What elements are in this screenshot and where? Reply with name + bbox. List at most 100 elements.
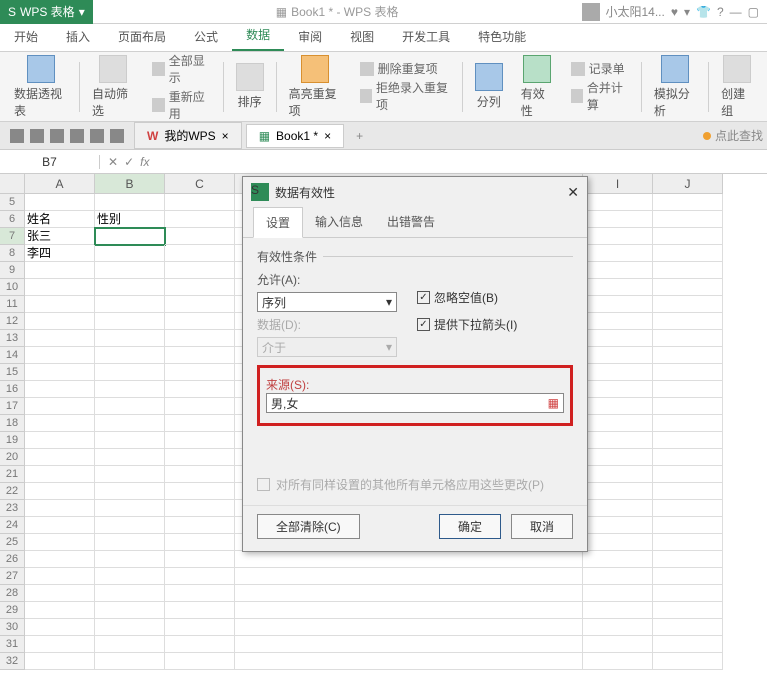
avatar[interactable] [582,3,600,21]
row-head[interactable]: 24 [0,517,24,534]
cell[interactable] [25,279,95,296]
cell[interactable] [653,415,723,432]
cell[interactable] [583,500,653,517]
cell[interactable] [583,398,653,415]
cell[interactable] [583,279,653,296]
cell[interactable] [165,500,235,517]
cell[interactable] [95,194,165,211]
cell[interactable] [95,653,165,670]
cell[interactable] [583,483,653,500]
cell[interactable] [653,296,723,313]
cell[interactable] [165,517,235,534]
row-head[interactable]: 10 [0,279,24,296]
cell[interactable] [653,279,723,296]
cell[interactable] [25,432,95,449]
cell[interactable] [165,568,235,585]
cell[interactable] [583,585,653,602]
cell[interactable] [95,534,165,551]
cell[interactable] [165,602,235,619]
record-button[interactable]: 记录单 [571,60,629,77]
allow-combo[interactable]: 序列 ▾ [257,292,397,312]
row-head[interactable]: 20 [0,449,24,466]
cell[interactable] [653,364,723,381]
cell[interactable] [165,534,235,551]
tab-settings[interactable]: 设置 [253,207,303,238]
cell[interactable]: 姓名 [25,211,95,228]
cell[interactable] [25,347,95,364]
row-head[interactable]: 30 [0,619,24,636]
row-head[interactable]: 8 [0,245,24,262]
save-icon[interactable] [30,129,44,143]
cell[interactable] [165,245,235,262]
cell[interactable] [583,296,653,313]
cell[interactable] [583,262,653,279]
cell[interactable] [25,585,95,602]
cell[interactable] [165,398,235,415]
cell[interactable] [583,211,653,228]
tab-view[interactable]: 视图 [336,22,388,51]
notify-icon[interactable]: ▾ [684,5,690,19]
cell[interactable] [583,347,653,364]
cell[interactable] [653,585,723,602]
cell[interactable] [165,415,235,432]
cell[interactable] [583,449,653,466]
apply-all-checkbox[interactable]: 对所有同样设置的其他所有单元格应用这些更改(P) [257,476,573,493]
cancel-icon[interactable]: ✕ [108,155,118,169]
cell[interactable] [583,415,653,432]
cell[interactable] [25,466,95,483]
cell[interactable] [25,517,95,534]
cell[interactable]: 李四 [25,245,95,262]
row-head[interactable]: 29 [0,602,24,619]
delete-dup-button[interactable]: 删除重复项 [360,60,450,77]
cell[interactable] [95,517,165,534]
cell[interactable] [95,602,165,619]
tab-formula[interactable]: 公式 [180,22,232,51]
cell[interactable] [653,228,723,245]
cell[interactable] [165,636,235,653]
cell[interactable] [165,211,235,228]
cell[interactable] [653,653,723,670]
cell[interactable] [583,364,653,381]
cell[interactable] [95,245,165,262]
cell[interactable] [95,449,165,466]
cell[interactable] [653,602,723,619]
cell[interactable] [165,347,235,364]
row-head[interactable]: 31 [0,636,24,653]
cell[interactable] [165,619,235,636]
cell[interactable] [583,194,653,211]
row-head[interactable]: 14 [0,347,24,364]
cell[interactable] [95,228,165,245]
cell[interactable] [583,313,653,330]
mywps-tab[interactable]: W 我的WPS × [134,122,242,149]
cell[interactable] [95,313,165,330]
cell[interactable] [95,296,165,313]
cell[interactable] [653,449,723,466]
restore-icon[interactable]: ▢ [748,5,759,19]
col-head-i[interactable]: I [583,174,653,193]
row-head[interactable]: 32 [0,653,24,670]
cell[interactable] [95,381,165,398]
row-head[interactable]: 9 [0,262,24,279]
cell[interactable] [165,364,235,381]
cell[interactable] [653,619,723,636]
cell[interactable] [25,619,95,636]
tab-input-msg[interactable]: 输入信息 [303,207,375,237]
cell[interactable] [25,381,95,398]
cell[interactable] [583,636,653,653]
row-head[interactable]: 7 [0,228,24,245]
showall-button[interactable]: 全部显示 [152,52,210,86]
cell[interactable] [653,398,723,415]
cell[interactable] [25,449,95,466]
cell[interactable] [95,330,165,347]
ignore-blank-checkbox[interactable]: ✓ 忽略空值(B) [417,289,517,306]
validity-button[interactable]: 有效性 [515,55,559,119]
cell[interactable] [165,585,235,602]
cell[interactable] [165,330,235,347]
row-head[interactable]: 11 [0,296,24,313]
tab-layout[interactable]: 页面布局 [104,22,180,51]
row-head[interactable]: 17 [0,398,24,415]
cell[interactable] [583,432,653,449]
cell[interactable] [25,398,95,415]
highlight-dup-button[interactable]: 高亮重复项 [283,55,348,119]
cell[interactable] [583,466,653,483]
